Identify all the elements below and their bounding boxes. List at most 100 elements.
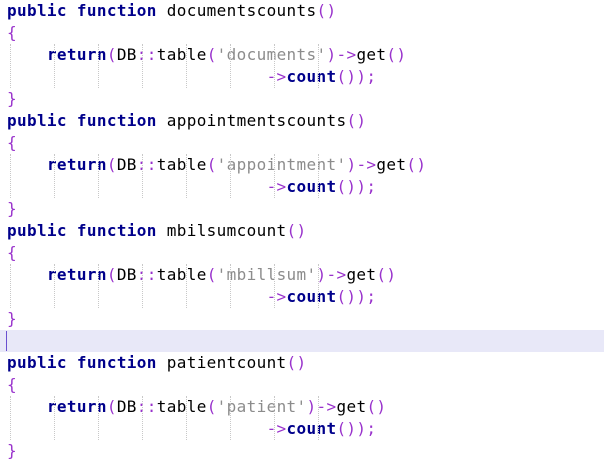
parentheses: () [366, 397, 387, 416]
arrow-operator: -> [266, 67, 287, 86]
indent-guide [54, 264, 55, 308]
indent-guide [10, 44, 11, 88]
parentheses: () [316, 1, 337, 20]
close-brace: } [7, 441, 17, 460]
indent-guide [274, 396, 275, 440]
indent-guide [142, 264, 143, 308]
function-name: documentscounts [166, 1, 317, 20]
string-literal: 'appointment' [216, 155, 347, 174]
code-line[interactable]: public function appointmentscounts() [0, 110, 604, 132]
parentheses: () [406, 155, 427, 174]
method-count: count [286, 177, 337, 196]
code-line[interactable]: { [0, 242, 604, 264]
code-line[interactable]: ->count()); [0, 286, 604, 308]
indent-guide [318, 154, 319, 198]
keyword-public: public [7, 1, 67, 20]
close-paren: ) [306, 397, 317, 416]
code-line[interactable]: { [0, 22, 604, 44]
open-brace: { [7, 243, 17, 262]
keyword-function: function [76, 1, 157, 20]
code-line[interactable]: public function patientcount() [0, 352, 604, 374]
code-line[interactable]: } [0, 198, 604, 220]
arrow-operator: -> [266, 419, 287, 438]
open-paren: ( [206, 265, 217, 284]
indent-guide [54, 44, 55, 88]
method-name: get [356, 45, 387, 64]
closing-tail: ()); [336, 67, 377, 86]
code-line[interactable]: return(DB::table('appointment')->get() [0, 154, 604, 176]
arrow-operator: -> [356, 155, 377, 174]
indent-guide [54, 154, 55, 198]
class-name: DB [116, 45, 137, 64]
indent-guide [142, 44, 143, 88]
keyword-function: function [76, 111, 157, 130]
open-brace: { [7, 133, 17, 152]
code-line[interactable]: return(DB::table('documents')->get() [0, 44, 604, 66]
open-brace: { [7, 23, 17, 42]
open-paren: ( [106, 265, 117, 284]
scope-operator: :: [136, 155, 157, 174]
indent-guide [230, 396, 231, 440]
open-paren: ( [206, 45, 217, 64]
open-paren: ( [106, 155, 117, 174]
string-literal: 'documents' [216, 45, 327, 64]
indent-guide [98, 44, 99, 88]
method-name: get [346, 265, 377, 284]
code-line[interactable]: public function documentscounts() [0, 0, 604, 22]
class-name: DB [116, 265, 137, 284]
indent-guide [230, 154, 231, 198]
code-editor[interactable]: public function documentscounts() { retu… [0, 0, 604, 462]
code-line[interactable]: public function mbilsumcount() [0, 220, 604, 242]
indent-guide [142, 396, 143, 440]
current-line[interactable] [0, 330, 604, 352]
indent-guide [186, 264, 187, 308]
arrow-operator: -> [266, 287, 287, 306]
method-name: table [156, 155, 207, 174]
code-line[interactable]: return(DB::table('patient')->get() [0, 396, 604, 418]
indent-guide [10, 264, 11, 308]
indent-guide [98, 154, 99, 198]
class-name: DB [116, 397, 137, 416]
close-brace: } [7, 199, 17, 218]
arrow-operator: -> [336, 45, 357, 64]
indent-guide [186, 44, 187, 88]
code-line[interactable]: ->count()); [0, 176, 604, 198]
closing-tail: ()); [336, 177, 377, 196]
scope-operator: :: [136, 265, 157, 284]
code-line[interactable]: } [0, 440, 604, 462]
code-line[interactable]: { [0, 132, 604, 154]
code-line[interactable]: } [0, 308, 604, 330]
close-paren: ) [346, 155, 357, 174]
indent-guide [142, 154, 143, 198]
close-brace: } [7, 89, 17, 108]
indent-guide [230, 264, 231, 308]
indent-guide [318, 264, 319, 308]
code-line[interactable]: return(DB::table('mbillsum')->get() [0, 264, 604, 286]
indent-guide [186, 154, 187, 198]
keyword-public: public [7, 221, 67, 240]
code-line[interactable]: } [0, 88, 604, 110]
close-brace: } [7, 309, 17, 328]
indent-guide [98, 396, 99, 440]
arrow-operator: -> [316, 397, 337, 416]
function-name: appointmentscounts [166, 111, 347, 130]
keyword-public: public [7, 111, 67, 130]
keyword-function: function [76, 353, 157, 372]
parentheses: () [346, 111, 367, 130]
indent-guide [10, 154, 11, 198]
indent-guide [98, 264, 99, 308]
keyword-function: function [76, 221, 157, 240]
indent-guide [230, 44, 231, 88]
open-brace: { [7, 375, 17, 394]
code-line[interactable]: ->count()); [0, 66, 604, 88]
code-line[interactable]: { [0, 374, 604, 396]
scope-operator: :: [136, 45, 157, 64]
method-name: table [156, 397, 207, 416]
indent-guide [318, 396, 319, 440]
code-line[interactable]: ->count()); [0, 418, 604, 440]
close-paren: ) [326, 45, 337, 64]
keyword-public: public [7, 353, 67, 372]
indent-guide [186, 396, 187, 440]
method-name: get [376, 155, 407, 174]
function-name: patientcount [166, 353, 287, 372]
